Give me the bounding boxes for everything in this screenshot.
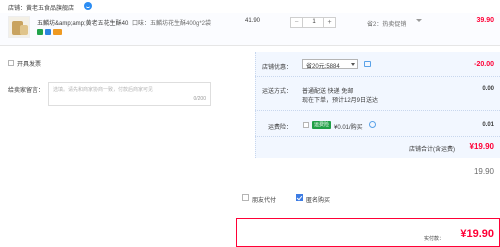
shop-total-amount: ¥19.90 bbox=[469, 142, 494, 151]
item-subtotal: 39.90 bbox=[476, 17, 494, 24]
shop-name[interactable]: 店铺：黄老五食品旗舰店 bbox=[8, 3, 74, 12]
chevron-down-icon[interactable] bbox=[416, 19, 422, 22]
coupon-icon bbox=[53, 29, 62, 35]
chevron-down-icon bbox=[351, 63, 355, 66]
anonymous-checkbox[interactable] bbox=[296, 194, 303, 201]
shipping-label: 运送方式： bbox=[262, 89, 293, 95]
product-title[interactable]: 五麟坊&amp;amp;黄老五花生酥40... bbox=[37, 18, 129, 27]
quantity-value[interactable]: 1 bbox=[303, 18, 325, 27]
message-placeholder: 选填。请先和商家协商一致，付款后商家可见 bbox=[53, 87, 154, 93]
message-input[interactable]: 选填。请先和商家协商一致，付款后商家可见 0/200 bbox=[48, 82, 211, 106]
unit-price: 41.90 bbox=[245, 18, 261, 24]
friend-pay-checkbox[interactable] bbox=[242, 194, 249, 201]
friend-pay-label[interactable]: 朋友代付 bbox=[252, 195, 276, 204]
shop-discount-value: 省20元:5884 bbox=[306, 64, 340, 70]
invoice-checkbox[interactable] bbox=[8, 60, 14, 66]
anonymous-label[interactable]: 匿名购买 bbox=[306, 195, 330, 204]
order-total-partial: 19.90 bbox=[473, 167, 494, 176]
help-icon[interactable] bbox=[369, 121, 376, 128]
increase-button[interactable]: + bbox=[323, 18, 335, 27]
shipping-method: 普通配送 快递 免邮 bbox=[302, 89, 354, 95]
shop-header: 店铺：黄老五食品旗舰店 bbox=[0, 0, 500, 13]
insurance-badge: 运费险 bbox=[312, 121, 331, 129]
payment-amount: ¥19.90 bbox=[460, 228, 494, 240]
message-label: 给卖家留言： bbox=[8, 88, 45, 94]
message-char-count: 0/200 bbox=[193, 96, 206, 102]
divider bbox=[255, 110, 500, 111]
shop-discount-select[interactable]: 省20元:5884 bbox=[302, 59, 358, 70]
insurance-fee: 0.01 bbox=[482, 122, 494, 128]
product-thumbnail[interactable] bbox=[8, 16, 30, 38]
insurance-checkbox[interactable] bbox=[303, 122, 309, 128]
insurance-label: 运费险： bbox=[268, 125, 293, 131]
guarantee-icon bbox=[37, 29, 43, 35]
payment-label: 实付款： bbox=[424, 236, 445, 242]
divider bbox=[255, 136, 500, 137]
shipping-eta: 现在下单，预计12月9日送达 bbox=[302, 98, 379, 104]
product-sku: 口味：五麟坊花生酥400g*2袋 bbox=[132, 21, 212, 27]
shop-discount-label: 店铺优惠： bbox=[262, 65, 293, 71]
insurance-price: ¥0.01/购买 bbox=[334, 125, 363, 131]
message-icon[interactable] bbox=[364, 61, 371, 67]
invoice-label[interactable]: 开具发票 bbox=[17, 59, 41, 68]
shop-total-label: 店铺合计(含运费) bbox=[409, 147, 455, 153]
quantity-stepper: − 1 + bbox=[290, 17, 336, 28]
shipping-fee: 0.00 bbox=[482, 86, 494, 92]
promotion-select[interactable]: 省2：热卖促销 bbox=[367, 19, 406, 28]
decrease-button[interactable]: − bbox=[291, 18, 303, 27]
divider bbox=[255, 76, 500, 77]
return-icon bbox=[45, 29, 51, 35]
chat-icon[interactable] bbox=[84, 2, 92, 10]
shop-discount-amount: -20.00 bbox=[474, 61, 494, 68]
